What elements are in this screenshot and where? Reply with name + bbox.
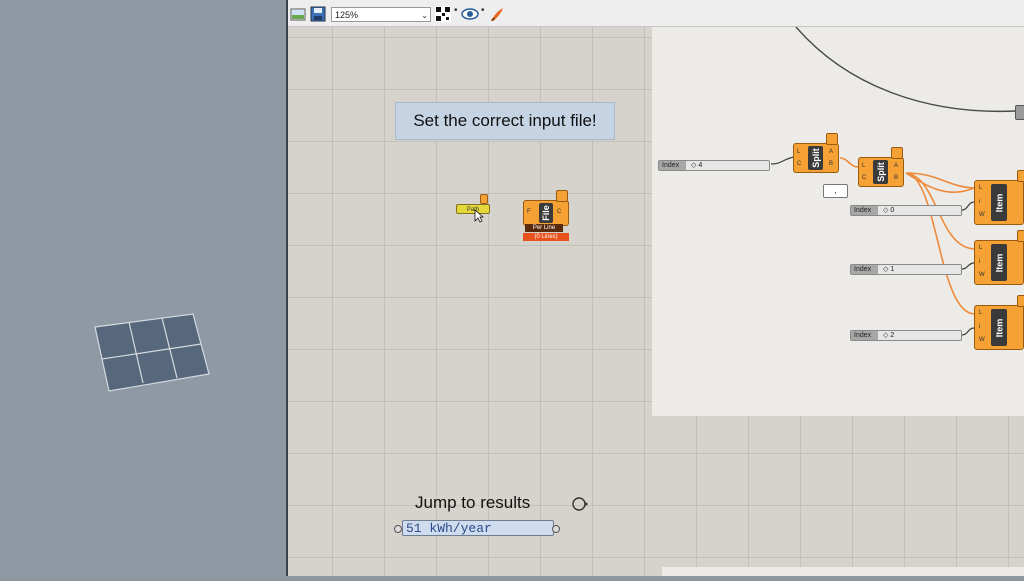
port-w[interactable]: W [979,212,985,218]
split-component[interactable]: Split L C A B [793,133,839,173]
port-l[interactable]: L [979,185,982,191]
slider-label: Index [659,161,686,170]
component-label: Split [810,148,821,168]
port-a[interactable]: A [894,163,898,169]
canvas-toolbar: 125% ⌄ • • [288,0,1024,27]
surface-grid-mesh [94,313,210,392]
chevron-down-icon[interactable]: ⌄ [421,8,428,23]
slider-label: Index [851,206,878,215]
port-i[interactable]: i [979,199,980,205]
jump-button-icon[interactable] [572,496,588,512]
number-slider[interactable]: Index ◇ 2 [850,330,962,341]
param-flag [480,194,488,204]
number-slider[interactable]: Index ◇ 0 [850,205,962,216]
port-c[interactable]: C [862,175,866,181]
component-label: Split [875,162,886,182]
number-slider[interactable]: Index ◇ 1 [850,264,962,275]
grasshopper-window: 125% ⌄ • • Set the correct input file! P… [288,0,1024,576]
split-component[interactable]: Split L C A B [858,147,904,187]
port-i[interactable]: i [979,324,980,330]
save-icon[interactable] [310,6,326,22]
list-item-component[interactable]: Item L i W [974,170,1024,225]
component-flag [1017,170,1024,182]
component-label: File [541,205,552,221]
zoom-value: 125% [335,10,359,20]
result-panel[interactable]: 51 kWh/year [402,520,554,536]
port-c[interactable]: C [557,209,561,215]
component-flag [1017,295,1024,307]
port-c[interactable]: C [797,161,801,167]
slider-value: ◇ 0 [883,207,895,214]
port-b[interactable]: B [829,161,833,167]
error-bar: (0 Lines) [523,233,569,241]
slider-label: Index [851,331,878,340]
panel-output-grip[interactable] [552,525,560,533]
scribble-note[interactable]: Set the correct input file! [395,102,615,140]
port-l[interactable]: L [979,310,982,316]
component-label: Item [994,318,1005,337]
list-item-component[interactable]: Item L i W [974,230,1024,285]
component-flag [556,190,568,202]
component-label: Item [994,253,1005,272]
component-flag [1017,230,1024,242]
port-l[interactable]: L [862,163,865,169]
read-file-component[interactable]: File F C [523,190,569,226]
dropdown-dot-icon[interactable]: • [454,5,458,16]
port-i[interactable]: i [979,259,980,265]
component-core: Item [991,184,1007,221]
component-flag [891,147,903,159]
text-panel[interactable]: , [823,184,848,198]
port-l[interactable]: L [797,149,800,155]
component-label: Item [994,193,1005,212]
rhino-viewport[interactable] [0,0,287,576]
component-core: Item [991,309,1007,346]
port-l[interactable]: L [979,245,982,251]
component-flag [826,133,838,145]
cursor-icon [474,209,484,223]
port-b[interactable]: B [894,175,898,181]
component-core: File [539,203,553,223]
port-w[interactable]: W [979,337,985,343]
per-line-tag: Per Line [525,224,563,232]
slider-label: Index [851,265,878,274]
port-a[interactable]: A [829,149,833,155]
viewport-scene [94,313,210,392]
eye-icon[interactable] [461,6,479,22]
dropdown-dot-icon[interactable]: • [481,5,485,16]
number-slider[interactable]: Index ◇ 4 [658,160,770,171]
qr-icon[interactable] [435,6,451,22]
component-core: Split [873,160,888,184]
canvas-preview-icon[interactable] [290,6,306,22]
grasshopper-canvas[interactable]: Set the correct input file! Path File F … [288,27,1024,576]
panel-input-grip[interactable] [394,525,402,533]
port-f[interactable]: F [527,209,531,215]
slider-value: ◇ 1 [883,266,895,273]
paint-icon[interactable] [489,6,505,22]
port-w[interactable]: W [979,272,985,278]
slider-value: ◇ 4 [691,162,703,169]
zoom-combo[interactable]: 125% ⌄ [331,7,431,22]
list-item-component[interactable]: Item L i W [974,295,1024,350]
path-parameter[interactable]: Path [456,204,490,214]
component-fragment[interactable] [1015,105,1024,120]
jump-label: Jump to results [415,493,531,512]
component-core: Split [808,146,823,170]
slider-value: ◇ 2 [883,332,895,339]
component-core: Item [991,244,1007,281]
